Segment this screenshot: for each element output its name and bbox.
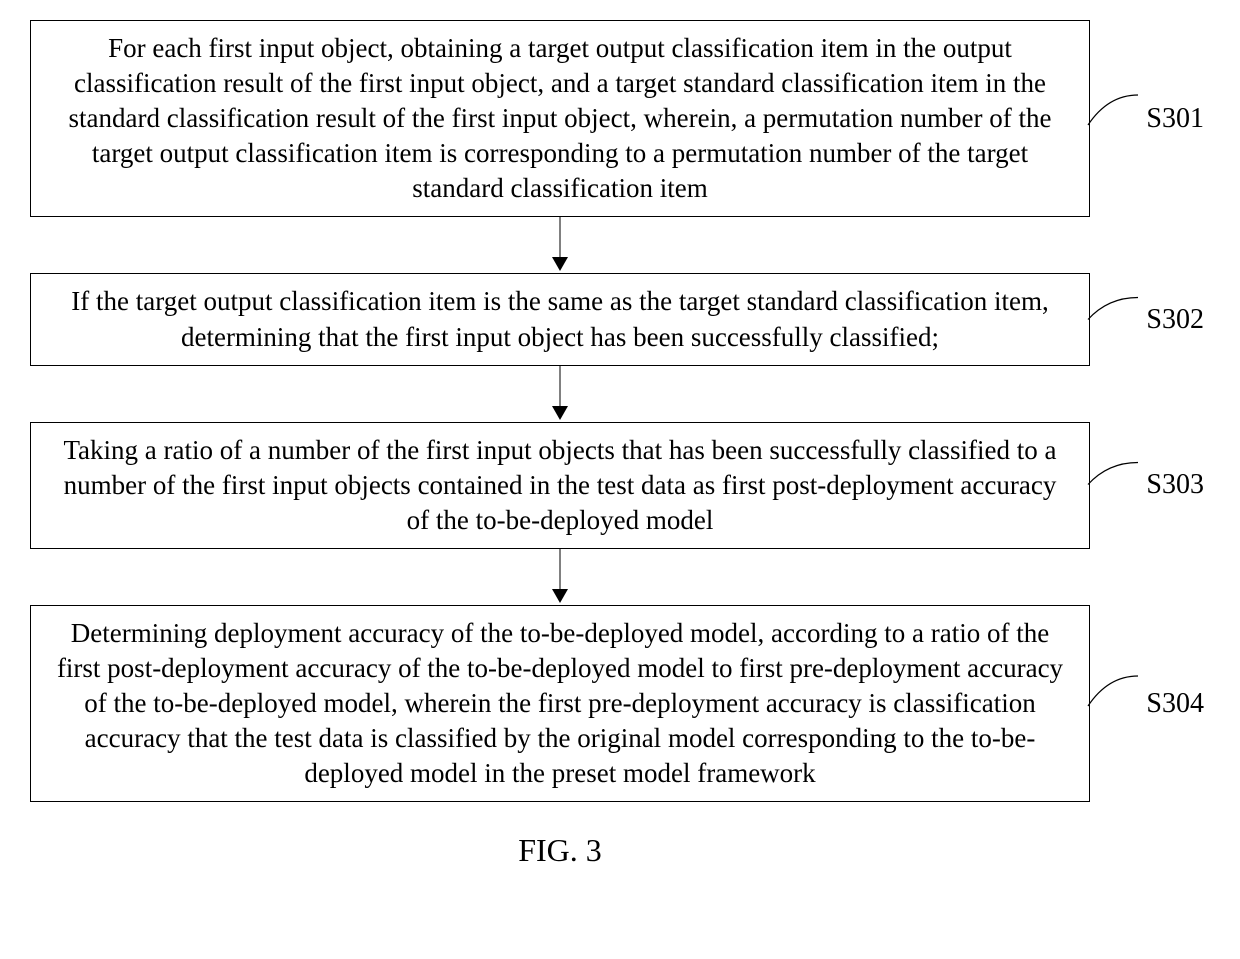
flow-arrow	[30, 549, 1090, 605]
step-text: For each first input object, obtaining a…	[69, 33, 1052, 203]
leader-line-icon	[1088, 297, 1148, 327]
step-label: S302	[1146, 304, 1204, 336]
step-row: Taking a ratio of a number of the first …	[30, 422, 1210, 549]
step-text: Taking a ratio of a number of the first …	[63, 435, 1056, 535]
arrow-head-icon	[552, 406, 568, 420]
arrow-line-icon	[560, 549, 561, 591]
step-label: S301	[1146, 103, 1204, 135]
leader-line-icon	[1088, 463, 1148, 493]
step-text: If the target output classification item…	[71, 286, 1048, 351]
step-label-cell: S302	[1090, 304, 1210, 336]
step-box-s304: Determining deployment accuracy of the t…	[30, 605, 1090, 802]
figure-caption: FIG. 3	[30, 832, 1090, 869]
arrow-head-icon	[552, 257, 568, 271]
leader-line-icon	[1088, 95, 1148, 135]
flow-arrow	[30, 366, 1090, 422]
arrow-line-icon	[560, 366, 561, 408]
step-box-s303: Taking a ratio of a number of the first …	[30, 422, 1090, 549]
arrow-head-icon	[552, 589, 568, 603]
step-label: S303	[1146, 469, 1204, 501]
step-label-cell: S303	[1090, 469, 1210, 501]
flowchart-container: For each first input object, obtaining a…	[30, 20, 1210, 869]
step-box-s302: If the target output classification item…	[30, 273, 1090, 365]
step-row: For each first input object, obtaining a…	[30, 20, 1210, 217]
flow-arrow	[30, 217, 1090, 273]
leader-line-icon	[1088, 676, 1148, 716]
step-label-cell: S304	[1090, 688, 1210, 720]
step-label: S304	[1146, 688, 1204, 720]
arrow-line-icon	[560, 217, 561, 259]
step-row: Determining deployment accuracy of the t…	[30, 605, 1210, 802]
step-label-cell: S301	[1090, 103, 1210, 135]
step-text: Determining deployment accuracy of the t…	[57, 618, 1063, 788]
step-row: If the target output classification item…	[30, 273, 1210, 365]
step-box-s301: For each first input object, obtaining a…	[30, 20, 1090, 217]
